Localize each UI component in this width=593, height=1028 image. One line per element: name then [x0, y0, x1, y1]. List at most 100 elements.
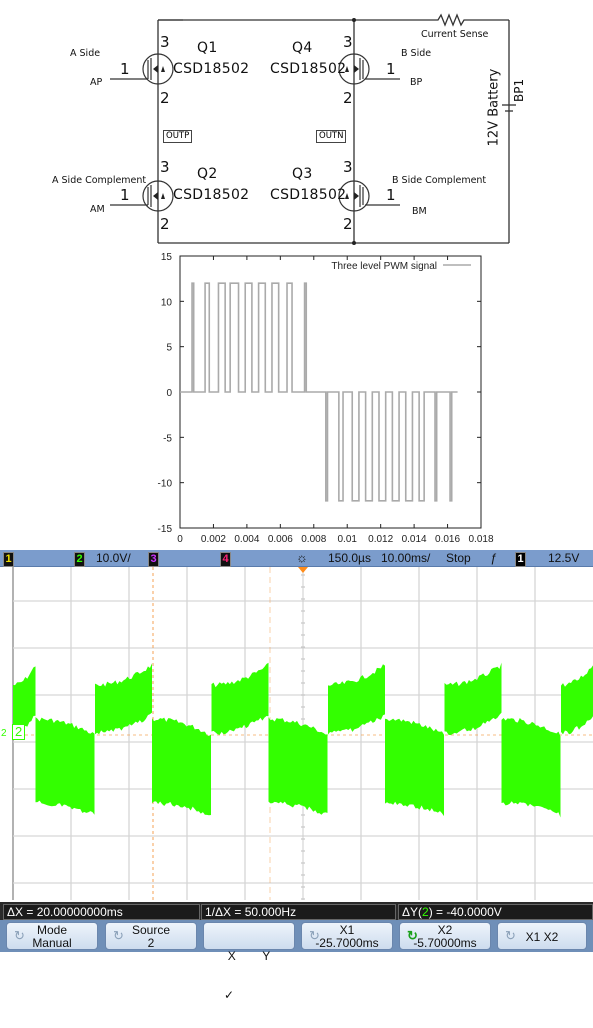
- q4-part: CSD18502: [270, 61, 347, 77]
- ch4-badge: 4: [220, 552, 231, 567]
- q4-pin-gate: 1: [386, 60, 396, 78]
- net-tag-outn: OUTN: [316, 130, 347, 143]
- delta-y-channel: 2: [422, 905, 429, 919]
- x-tick-label: 0.008: [301, 534, 326, 545]
- trigger-level: 12.5V: [548, 551, 580, 565]
- battery-ref: BP1: [512, 78, 526, 102]
- timebase-readout: 10.00ms/: [381, 551, 431, 565]
- q1-part: CSD18502: [173, 61, 250, 77]
- oscilloscope-screen: 1 2 10.0V/ 3 4 ☼ 150.0µs 10.00ms/ Stop ƒ…: [0, 550, 593, 1002]
- q2-pin-gate: 1: [120, 186, 130, 204]
- net-tag-outp: OUTP: [163, 130, 193, 143]
- waveform-high-segment: [95, 663, 152, 735]
- ch2-marker[interactable]: 2: [12, 724, 26, 740]
- x-tick-label: 0.01: [337, 534, 357, 545]
- falling-edge-icon: ƒ: [490, 551, 497, 565]
- softkey-x2[interactable]: ↻ X2 -5.70000ms: [399, 922, 491, 950]
- q2-net: AM: [90, 204, 105, 215]
- x-tick-label: 0.018: [468, 534, 493, 545]
- softkey-xy[interactable]: X Y ✓: [203, 922, 295, 1002]
- ch2-scale: 10.0V/: [96, 551, 131, 565]
- rotate-active-icon: ↻: [407, 928, 418, 943]
- waveform-high-segment: [444, 662, 502, 736]
- rotate-icon: ↻: [505, 928, 516, 943]
- trigger-source-indicator[interactable]: 1: [515, 550, 526, 567]
- trigger-position-marker[interactable]: [298, 567, 308, 573]
- waveform-high-segment: [561, 665, 593, 735]
- scope-graticule: [12, 567, 593, 900]
- delta-y-prefix: ΔY(: [402, 905, 423, 919]
- ch4-indicator[interactable]: 4: [220, 550, 231, 567]
- x-tick-label: 0.006: [268, 534, 293, 545]
- q3-pin-drain: 3: [343, 158, 353, 176]
- y-tick-label: 5: [166, 343, 172, 354]
- q3-pin-gate: 1: [386, 186, 396, 204]
- pwm-chart-svg: 0 0.002 0.004 0.006 0.008 0.01 0.012 0.014 0.016…: [158, 252, 494, 545]
- rotate-icon: ↻: [113, 928, 124, 943]
- sun-icon: ☼: [296, 550, 308, 565]
- ch1-indicator[interactable]: 1: [3, 550, 14, 567]
- trigger-source-badge: 1: [515, 552, 526, 567]
- rotate-icon: ↻: [14, 928, 25, 943]
- q2-part: CSD18502: [173, 187, 250, 203]
- ch2-ground-marker[interactable]: 2: [1, 728, 7, 739]
- y-tick-label: -5: [163, 433, 172, 444]
- scope-header: 1 2 10.0V/ 3 4 ☼ 150.0µs 10.00ms/ Stop ƒ…: [0, 550, 593, 567]
- q1-pin-drain: 3: [160, 33, 170, 51]
- waveform-low-segment: [35, 717, 95, 815]
- x-tick-label: 0.004: [234, 534, 259, 545]
- q3-net: BM: [412, 206, 427, 217]
- q2-gate-label: A Side Complement: [52, 175, 147, 186]
- q3-ref: Q3: [292, 166, 313, 182]
- delta-y-value: ) = -40.0000V: [428, 905, 502, 919]
- x-tick-label: 0.016: [435, 534, 460, 545]
- inv-delta-x-readout: 1/ΔX = 50.000Hz: [201, 904, 396, 920]
- y-tick-label: 0: [166, 388, 172, 399]
- delta-y-readout: ΔY(2) = -40.0000V: [398, 904, 593, 920]
- pwm-series-line: [180, 282, 458, 502]
- q2-pin-source: 2: [160, 215, 170, 233]
- cursor-status-bar: ΔX = 20.00000000ms 1/ΔX = 50.000Hz ΔY(2)…: [0, 902, 593, 920]
- delta-x-readout: ΔX = 20.00000000ms: [3, 904, 200, 920]
- x-tick-label: 0.014: [402, 534, 427, 545]
- softkey-source[interactable]: ↻ Source 2: [105, 922, 197, 950]
- q3-pin-source: 2: [343, 215, 353, 233]
- q4-pin-source: 2: [343, 89, 353, 107]
- q2-pin-drain: 3: [160, 158, 170, 176]
- q1-gate-label: A Side: [70, 48, 101, 59]
- battery-label: 12V Battery: [486, 68, 502, 147]
- pwm-chart: 0 0.002 0.004 0.006 0.008 0.01 0.012 0.014 0.016…: [130, 248, 510, 548]
- q1-net: AP: [90, 77, 103, 88]
- q1-pin-source: 2: [160, 89, 170, 107]
- y-tick-label: -15: [158, 524, 173, 535]
- q4-pin-drain: 3: [343, 33, 353, 51]
- waveform-high-segment: [211, 662, 269, 735]
- waveform-low-segment: [268, 717, 328, 815]
- ch3-indicator[interactable]: 3: [148, 550, 159, 567]
- q1-ref: Q1: [197, 40, 218, 56]
- x-tick-label: 0: [177, 534, 183, 545]
- legend-label: Three level PWM signal: [331, 261, 437, 272]
- q1-pin-gate: 1: [120, 60, 130, 78]
- rotate-icon: ↻: [309, 928, 320, 943]
- check-icon: ✓: [224, 988, 235, 1002]
- ch1-badge: 1: [3, 552, 14, 567]
- softkey-x1x2-title: X1 X2: [525, 930, 559, 944]
- softkey-x1x2[interactable]: ↻ X1 X2: [497, 922, 587, 950]
- y-tick-label: 15: [161, 252, 173, 263]
- y-tick-label: 10: [161, 297, 173, 308]
- q4-net: BP: [410, 77, 423, 88]
- ch3-badge: 3: [148, 552, 159, 567]
- ch2-indicator[interactable]: 2: [74, 550, 85, 567]
- softkey-x1[interactable]: ↻ X1 -25.7000ms: [301, 922, 393, 950]
- q2-ref: Q2: [197, 166, 218, 182]
- softkey-bar: ↻ Mode Manual ↻ Source 2 X Y ✓ ↻ X1 -25.…: [0, 920, 593, 1002]
- waveform-low-segment: [152, 717, 211, 816]
- x-tick-label: 0.012: [368, 534, 393, 545]
- q4-gate-label: B Side: [401, 48, 432, 59]
- x-tick-label: 0.002: [201, 534, 226, 545]
- waveform-low-segment: [385, 718, 444, 817]
- softkey-mode[interactable]: ↻ Mode Manual: [6, 922, 98, 950]
- y-tick-label: -10: [158, 479, 173, 490]
- run-state[interactable]: Stop: [446, 550, 471, 566]
